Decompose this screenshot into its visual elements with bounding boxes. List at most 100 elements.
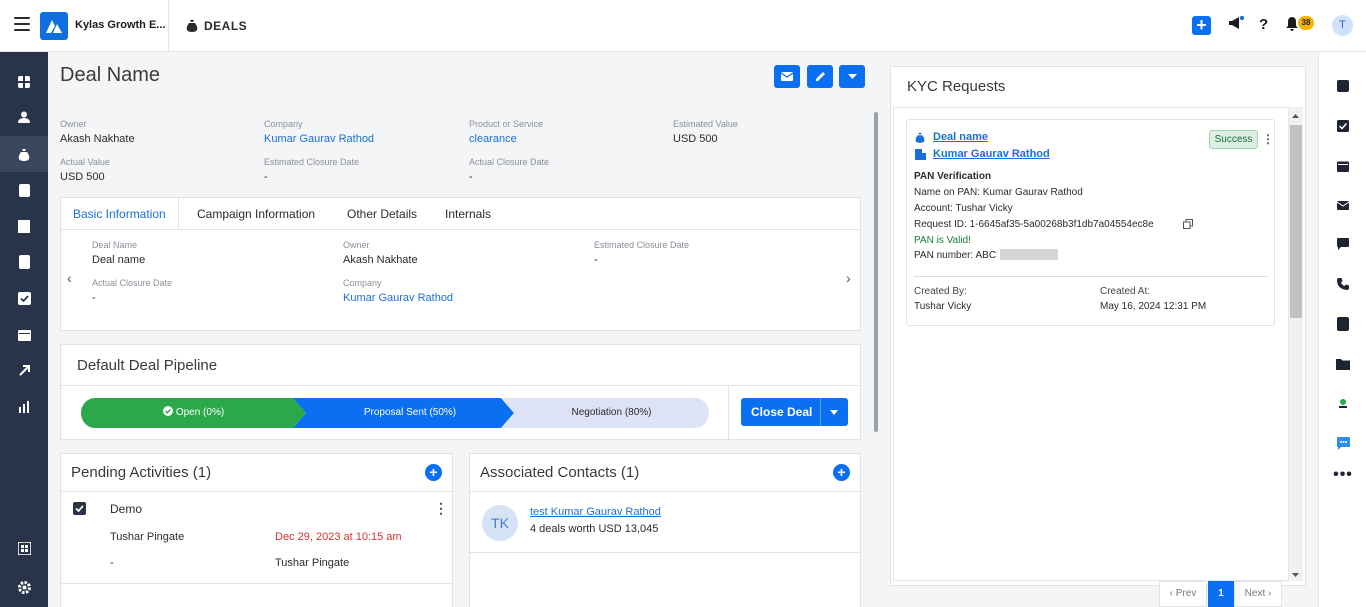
announcement-icon[interactable] <box>1228 15 1245 35</box>
add-contact-button[interactable]: + <box>833 464 850 481</box>
copy-icon[interactable] <box>1183 219 1193 229</box>
pipeline-title: Default Deal Pipeline <box>77 357 218 374</box>
pipeline-stages: Open (0%) Proposal Sent (50%) Negotiatio… <box>81 398 709 428</box>
pending-activities-card: Pending Activities (1) + Demo ⋮ Tushar P… <box>60 453 453 607</box>
account: Account: Tushar Vicky <box>914 203 1013 214</box>
kyc-requests-panel: KYC Requests Deal name Kumar Gaurav Rath… <box>890 66 1306 607</box>
stage-negotiation[interactable]: Negotiation (80%) <box>514 398 709 428</box>
product-link[interactable]: clearance <box>469 133 669 145</box>
kyc-scrollbar-thumb[interactable] <box>1290 125 1302 318</box>
app-integration-icon[interactable] <box>1319 393 1366 413</box>
calendar-icon[interactable] <box>1319 156 1366 176</box>
company-link[interactable]: Kumar Gaurav Rathod <box>264 133 464 145</box>
actual-value-field: Actual Value USD 500 <box>60 157 260 183</box>
contact-link[interactable]: test Kumar Gaurav Rathod <box>530 506 661 518</box>
bell-icon[interactable] <box>1285 16 1299 35</box>
kyc-company-link[interactable]: Kumar Gaurav Rathod <box>933 148 1050 160</box>
email-button[interactable] <box>774 65 800 88</box>
workflow-icon[interactable] <box>0 352 48 388</box>
more-options-icon[interactable]: ⋮ <box>1262 132 1274 146</box>
scroll-up-icon[interactable] <box>1292 114 1299 118</box>
divider <box>168 0 169 52</box>
field-label: Owner <box>60 119 87 129</box>
apps-icon[interactable] <box>0 530 48 566</box>
field-label: Estimated Value <box>673 119 738 129</box>
folder-icon[interactable] <box>1319 354 1366 374</box>
scroll-down-icon[interactable] <box>1292 573 1299 577</box>
chevron-right-icon[interactable]: › <box>846 270 851 286</box>
activity-owner: Tushar Pingate <box>275 557 350 569</box>
pending-activities-title: Pending Activities (1) <box>71 464 212 481</box>
companies-icon[interactable] <box>0 208 48 244</box>
phone-icon[interactable] <box>1319 274 1366 294</box>
task-check-icon[interactable] <box>1319 116 1366 136</box>
chat-icon[interactable] <box>1319 234 1366 254</box>
more-actions-dropdown[interactable] <box>839 65 865 88</box>
stage-proposal-sent[interactable]: Proposal Sent (50%) <box>306 398 514 428</box>
leads-icon[interactable] <box>0 172 48 208</box>
calendar-icon[interactable] <box>0 316 48 352</box>
help-icon[interactable]: ? <box>1259 16 1268 33</box>
contacts-icon[interactable] <box>0 99 48 135</box>
top-bar: Kylas Growth E... DEALS + ? 38 T <box>0 0 1366 52</box>
kyc-request-card: Deal name Kumar Gaurav Rathod Success ⋮ … <box>906 119 1275 326</box>
more-options-icon[interactable]: ⋮ <box>434 500 448 517</box>
tab-basic-information[interactable]: Basic Information <box>61 198 179 230</box>
close-deal-label: Close Deal <box>751 405 813 419</box>
field-value: Deal name <box>92 254 146 266</box>
pan-number: PAN number: ABC <box>914 250 997 261</box>
stage-open[interactable]: Open (0%) <box>81 398 306 428</box>
deals-icon[interactable] <box>0 136 48 172</box>
activity-name[interactable]: Demo <box>110 502 142 516</box>
tab-other-details[interactable]: Other Details <box>335 198 429 230</box>
divider <box>61 583 452 584</box>
building-icon <box>915 149 926 160</box>
field-value: Akash Nakhate <box>343 254 418 266</box>
pipeline-card: Default Deal Pipeline Open (0%) Proposal… <box>60 344 861 440</box>
clipboard-icon[interactable] <box>1319 314 1366 334</box>
email-icon[interactable] <box>1319 195 1366 215</box>
next-page-button[interactable]: Next › <box>1234 581 1282 607</box>
tasks-icon[interactable] <box>0 280 48 316</box>
contact-avatar: TK <box>482 505 518 541</box>
menu-icon[interactable] <box>14 17 30 31</box>
prev-page-button[interactable]: ‹ Prev <box>1159 581 1207 607</box>
settings-icon[interactable] <box>0 569 48 605</box>
actual-closure-field: Actual Closure Date - <box>469 157 669 183</box>
edit-button[interactable] <box>807 65 833 88</box>
quick-add-button[interactable]: + <box>1192 16 1211 35</box>
company-field: Company Kumar Gaurav Rathod <box>343 278 543 304</box>
module-name: DEALS <box>204 19 248 33</box>
dashboard-icon[interactable] <box>0 64 48 100</box>
created-at-label: Created At: <box>1100 286 1151 297</box>
pan-verification-heading: PAN Verification <box>914 171 992 182</box>
tab-campaign-information[interactable]: Campaign Information <box>185 198 327 230</box>
field-label: Product or Service <box>469 119 544 129</box>
activity-checkbox[interactable] <box>73 502 86 515</box>
field-label: Owner <box>343 240 370 250</box>
user-avatar[interactable]: T <box>1332 15 1353 36</box>
chevron-down-icon[interactable] <box>830 410 838 415</box>
add-activity-button[interactable]: + <box>425 464 442 481</box>
details-card: Basic Information Campaign Information O… <box>60 197 861 331</box>
created-at: May 16, 2024 12:31 PM <box>1100 301 1207 312</box>
company-link[interactable]: Kumar Gaurav Rathod <box>343 292 543 304</box>
field-label: Deal Name <box>92 240 138 250</box>
tab-internals[interactable]: Internals <box>433 198 503 230</box>
app-name[interactable]: Kylas Growth E... <box>75 19 165 31</box>
chevron-left-icon[interactable]: ‹ <box>67 270 72 286</box>
left-sidebar <box>0 52 48 607</box>
activity-related: - <box>110 557 114 569</box>
kyc-deal-link[interactable]: Deal name <box>933 131 988 143</box>
messaging-app-icon[interactable] <box>1319 433 1366 453</box>
notes-icon[interactable] <box>1319 76 1366 96</box>
kylas-logo[interactable] <box>40 12 68 40</box>
more-icon[interactable]: ••• <box>1319 465 1366 485</box>
divider <box>914 276 1268 277</box>
divider <box>728 386 729 440</box>
contact-summary: 4 deals worth USD 13,045 <box>530 523 659 535</box>
close-deal-button[interactable]: Close Deal <box>741 398 848 426</box>
page-1-button[interactable]: 1 <box>1208 581 1234 607</box>
products-icon[interactable] <box>0 244 48 280</box>
reports-icon[interactable] <box>0 388 48 424</box>
